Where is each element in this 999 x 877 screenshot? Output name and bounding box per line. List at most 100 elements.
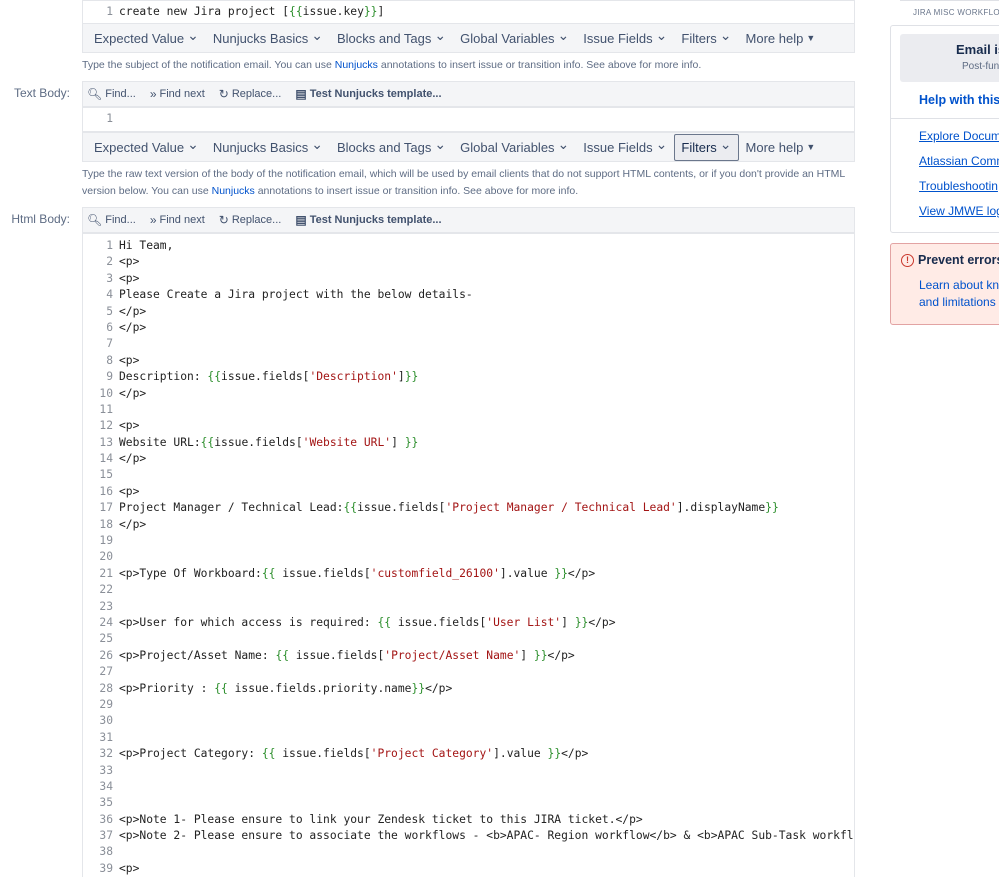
- help-menu-more-help[interactable]: More help ▼: [739, 26, 823, 51]
- code-text: <p>: [119, 861, 140, 875]
- help-menu-issue-fields[interactable]: Issue Fields ⌄: [576, 25, 674, 52]
- code-line[interactable]: 39 <p>: [83, 861, 854, 877]
- help-menu-filters[interactable]: Filters ⌄: [674, 25, 738, 52]
- code-line[interactable]: 27: [83, 664, 854, 680]
- help-menu-global-variables[interactable]: Global Variables ⌄: [453, 25, 576, 52]
- template-icon: ▤: [295, 213, 307, 227]
- line-number: 35: [99, 796, 113, 810]
- replace-button[interactable]: ↻ Replace...: [219, 213, 282, 227]
- html-body-editor[interactable]: 1 Hi Team, 2 <p> 3 <p> 4 Please Create a Jira p…: [82, 233, 855, 877]
- code-line[interactable]: 20: [83, 549, 854, 565]
- code-line[interactable]: 30: [83, 713, 854, 729]
- code-line[interactable]: 6 </p>: [83, 320, 854, 336]
- code-line[interactable]: 3 <p>: [83, 271, 854, 287]
- code-line[interactable]: 18 </p>: [83, 517, 854, 533]
- code-line[interactable]: 2 <p>: [83, 254, 854, 270]
- subject-help-bar: Expected Value ⌄ Nunjucks Basics ⌄ Blocks an…: [82, 23, 855, 53]
- limitations-link[interactable]: and limitations: [919, 295, 996, 309]
- help-menu-expected-value[interactable]: Expected Value ⌄: [87, 134, 206, 161]
- code-line[interactable]: 34: [83, 779, 854, 795]
- code-text: <p>: [119, 484, 140, 498]
- code-line[interactable]: 13 Website URL:{{issue.fields['Website UR…: [83, 435, 854, 451]
- code-line[interactable]: 22: [83, 582, 854, 598]
- code-line[interactable]: 1 create new Jira project [{{issue.key}}]: [83, 4, 854, 20]
- chevron-down-icon: ⌄: [655, 135, 668, 152]
- test-template-button[interactable]: ▤ Test Nunjucks template...: [295, 213, 441, 227]
- line-number: 17: [99, 501, 113, 515]
- help-menu-more-help[interactable]: More help ▼: [739, 135, 823, 160]
- line-number: 38: [99, 845, 113, 859]
- replace-button[interactable]: ↻ Replace...: [219, 87, 282, 101]
- find-next-button[interactable]: » Find next: [150, 87, 205, 101]
- chevron-down-icon: ⌄: [311, 26, 323, 43]
- html-body-code-area[interactable]: 1 Hi Team, 2 <p> 3 <p> 4 Please Create a Jira p…: [83, 234, 854, 877]
- troubleshooting-link[interactable]: Troubleshootin: [919, 179, 998, 193]
- line-number: 4: [106, 288, 113, 302]
- code-line[interactable]: 7: [83, 336, 854, 352]
- text-body-code-area[interactable]: 1: [83, 108, 854, 127]
- replace-icon: ↻: [218, 213, 229, 227]
- view-jmwe-log-link[interactable]: View JMWE log: [919, 204, 999, 218]
- text-body-editor[interactable]: 1: [82, 107, 855, 132]
- code-line[interactable]: 1: [83, 111, 854, 127]
- caret-down-icon: ▼: [806, 142, 816, 152]
- help-menu-blocks-and-tags[interactable]: Blocks and Tags ⌄: [330, 25, 453, 52]
- line-number: 26: [99, 648, 113, 662]
- line-number: 1: [106, 239, 113, 252]
- code-line[interactable]: 15: [83, 467, 854, 483]
- template-icon: ▤: [295, 87, 307, 101]
- code-line[interactable]: 8 <p>: [83, 353, 854, 369]
- code-line[interactable]: 23: [83, 599, 854, 615]
- code-text: </p>: [119, 304, 147, 318]
- find-button[interactable]: 🔍︎ Find...: [87, 87, 136, 101]
- find-next-button[interactable]: » Find next: [150, 213, 205, 227]
- code-line[interactable]: 11: [83, 402, 854, 418]
- atlassian-community-link[interactable]: Atlassian Comm: [919, 154, 999, 168]
- code-line[interactable]: 12 <p>: [83, 418, 854, 434]
- chevron-down-icon: ⌄: [187, 26, 199, 43]
- code-line[interactable]: 21 <p>Type Of Workboard:{{ issue.fields['…: [83, 566, 854, 582]
- test-template-button[interactable]: ▤ Test Nunjucks template...: [295, 87, 441, 101]
- subject-code-area[interactable]: 1 create new Jira project [{{issue.key}}]: [83, 4, 854, 20]
- subject-editor[interactable]: 1 create new Jira project [{{issue.key}}]: [82, 0, 855, 25]
- code-line[interactable]: 1 Hi Team,: [83, 238, 854, 254]
- code-line[interactable]: 32 <p>Project Category: {{ issue.fields['…: [83, 746, 854, 762]
- help-menu-issue-fields[interactable]: Issue Fields ⌄: [576, 134, 674, 161]
- subject-description: Type the subject of the notification ema…: [82, 59, 702, 71]
- code-line[interactable]: 38: [83, 844, 854, 860]
- code-line[interactable]: 17 Project Manager / Technical Lead:{{iss…: [83, 500, 854, 516]
- code-line[interactable]: 19: [83, 533, 854, 549]
- code-line[interactable]: 14 </p>: [83, 451, 854, 467]
- help-menu-expected-value[interactable]: Expected Value ⌄: [87, 25, 206, 52]
- code-line[interactable]: 25: [83, 631, 854, 647]
- code-line[interactable]: 10 </p>: [83, 386, 854, 402]
- code-line[interactable]: 4 Please Create a Jira project with the b…: [83, 287, 854, 303]
- explore-docs-link[interactable]: Explore Docum: [919, 129, 999, 143]
- nunjucks-link[interactable]: Nunjucks: [335, 59, 378, 71]
- help-menu-nunjucks-basics[interactable]: Nunjucks Basics ⌄: [206, 134, 330, 161]
- code-line[interactable]: 5 </p>: [83, 304, 854, 320]
- line-number: 9: [106, 370, 113, 384]
- code-text: <p>Type Of Workboard:{{ issue.fields['cu…: [119, 566, 596, 580]
- code-text: </p>: [119, 517, 147, 531]
- code-line[interactable]: 16 <p>: [83, 484, 854, 500]
- nunjucks-link[interactable]: Nunjucks: [212, 185, 255, 197]
- help-menu-global-variables[interactable]: Global Variables ⌄: [453, 134, 576, 161]
- error-panel: ! Prevent errors Learn about kn and limi…: [890, 243, 999, 325]
- code-line[interactable]: 26 <p>Project/Asset Name: {{ issue.fields…: [83, 648, 854, 664]
- code-line[interactable]: 37 <p>Note 2- Please ensure to associate …: [83, 828, 854, 844]
- find-button[interactable]: 🔍︎ Find...: [87, 213, 136, 227]
- code-line[interactable]: 28 <p>Priority : {{ issue.fields.priority…: [83, 681, 854, 697]
- line-number: 24: [99, 615, 113, 629]
- help-menu-blocks-and-tags[interactable]: Blocks and Tags ⌄: [330, 134, 453, 161]
- code-line[interactable]: 29: [83, 697, 854, 713]
- code-line[interactable]: 33: [83, 763, 854, 779]
- help-menu-nunjucks-basics[interactable]: Nunjucks Basics ⌄: [206, 25, 330, 52]
- learn-about-link[interactable]: Learn about kn: [919, 278, 999, 292]
- code-line[interactable]: 36 <p>Note 1- Please ensure to link your …: [83, 812, 854, 828]
- code-line[interactable]: 35: [83, 795, 854, 811]
- help-menu-filters[interactable]: Filters ⌄: [674, 133, 739, 161]
- code-line[interactable]: 9 Description: {{issue.fields['Descriptio…: [83, 369, 854, 385]
- code-line[interactable]: 24 <p>User for which access is required: …: [83, 615, 854, 631]
- code-line[interactable]: 31: [83, 730, 854, 746]
